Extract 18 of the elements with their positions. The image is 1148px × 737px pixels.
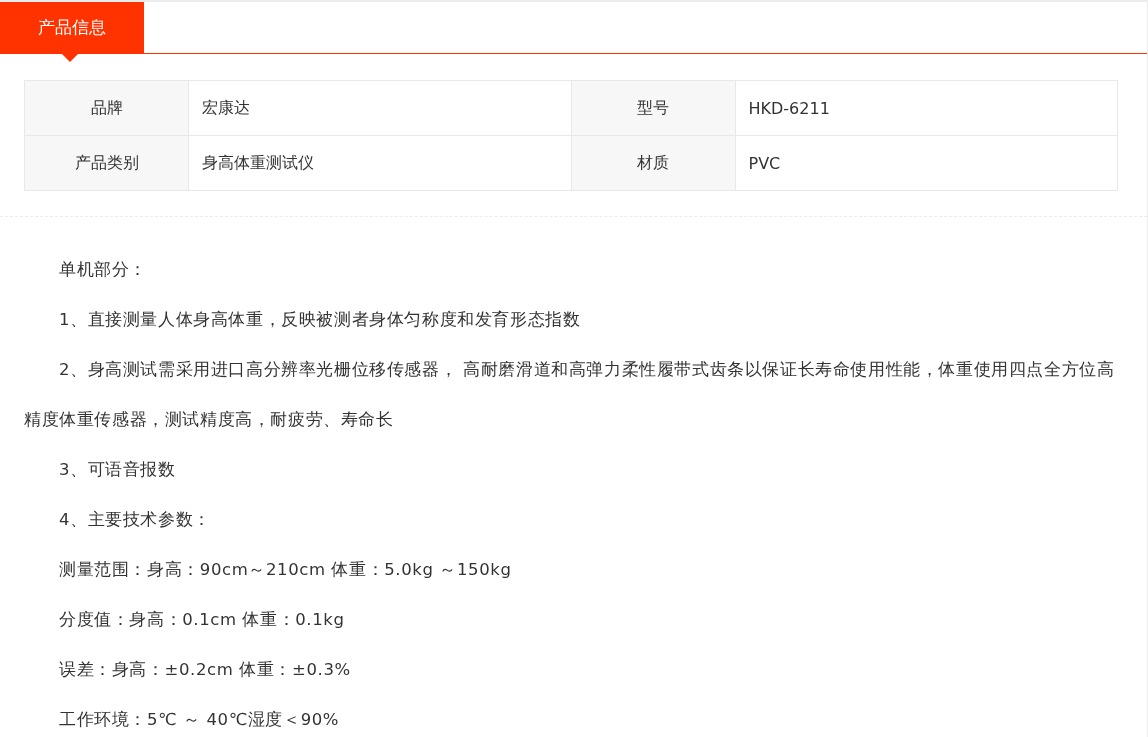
- description-paragraph: 测量范围：身高：90cm～210cm 体重：5.0kg ～150kg: [58, 559, 513, 581]
- description-paragraph: 工作环境：5℃ ～ 40℃湿度＜90%: [58, 709, 341, 731]
- spec-label: 材质: [571, 135, 735, 191]
- spec-label: 产品类别: [24, 135, 189, 191]
- tab[interactable]: 产品信息: [0, 2, 144, 53]
- description-paragraph: 4、主要技术参数：: [58, 509, 212, 531]
- description-paragraph: 分度值：身高：0.1cm 体重：0.1kg: [58, 609, 346, 631]
- spec-label: 品牌: [24, 80, 189, 136]
- description-paragraph: 单机部分：: [58, 259, 148, 281]
- description-paragraph: 3、可语音报数: [58, 459, 177, 481]
- description-paragraph: 2、身高测试需采用进口高分辨率光栅位移传感器， 高耐磨滑道和高弹力柔性履带式齿条以保证长寿命使用性能，体重使用四点全方位高精度体重传感器，测试精度高，耐疲劳、寿命长: [24, 359, 1116, 431]
- spec-value: HKD-6211: [735, 80, 1118, 136]
- description-paragraph: 误差：身高：±0.2cm 体重：±0.3%: [58, 659, 352, 681]
- spec-value: 宏康达: [188, 80, 571, 136]
- spec-value: PVC: [735, 135, 1118, 191]
- spec-label: 型号: [571, 80, 735, 136]
- spec-value: 身高体重测试仪: [188, 135, 571, 191]
- description-paragraph: 1、直接测量人体身高体重，反映被测者身体匀称度和发育形态指数: [58, 309, 582, 331]
